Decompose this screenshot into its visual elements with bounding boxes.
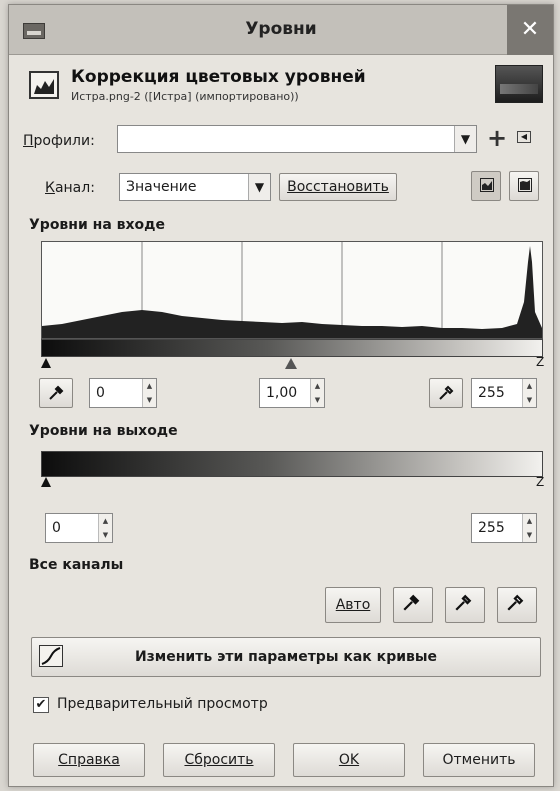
profiles-combo[interactable]: ▼ (117, 125, 477, 153)
log-histogram-button[interactable] (509, 171, 539, 201)
help-button[interactable]: Справка (33, 743, 145, 777)
curves-icon (39, 645, 63, 667)
output-white-handle[interactable]: Z (536, 475, 544, 489)
input-gradient-bar (41, 339, 543, 357)
pick-white-point-button[interactable] (429, 378, 463, 408)
eyedropper-icon (49, 385, 64, 400)
spinner-arrows-icon[interactable]: ▲ ▼ (522, 379, 536, 407)
levels-icon (29, 71, 59, 99)
channel-label: Канал: (45, 180, 95, 196)
spinner-arrows-icon[interactable]: ▲ ▼ (522, 514, 536, 542)
pick-gray-all-button[interactable] (445, 587, 485, 623)
input-histogram (41, 241, 543, 339)
output-gradient-bar (41, 451, 543, 477)
eyedropper-icon (455, 594, 472, 611)
output-black-handle[interactable] (41, 477, 51, 487)
input-white-handle[interactable]: Z (536, 355, 544, 369)
image-thumbnail (495, 65, 543, 103)
output-levels-title: Уровни на выходе (29, 423, 178, 439)
spinner-arrows-icon[interactable]: ▲ ▼ (142, 379, 156, 407)
auto-button[interactable]: Авто (325, 587, 381, 623)
preview-label[interactable]: Предварительный просмотр (57, 696, 268, 712)
linear-histogram-button[interactable] (471, 171, 501, 201)
input-gamma-spinner[interactable]: 1,00 ▲ ▼ (259, 378, 325, 408)
profile-menu-icon[interactable]: ◀ (517, 131, 531, 143)
edit-as-curves-button[interactable]: Изменить эти параметры как кривые (31, 637, 541, 677)
input-black-handle[interactable] (41, 358, 51, 368)
title-bar[interactable]: Уровни ✕ (9, 5, 553, 55)
channel-combo[interactable]: Значение ▼ (119, 173, 271, 201)
levels-dialog: Уровни ✕ Коррекция цветовых уровней Истр… (8, 4, 554, 787)
input-white-spinner[interactable]: 255 ▲ ▼ (471, 378, 537, 408)
spinner-arrows-icon[interactable]: ▲ ▼ (98, 514, 112, 542)
eyedropper-icon (439, 385, 454, 400)
cancel-button[interactable]: Отменить (423, 743, 535, 777)
histogram-graph (42, 242, 542, 338)
output-black-spinner[interactable]: 0 ▲ ▼ (45, 513, 113, 543)
dialog-heading: Коррекция цветовых уровней (71, 67, 366, 87)
log-histogram-icon (518, 178, 532, 192)
input-gamma-handle[interactable] (285, 358, 297, 369)
input-levels-title: Уровни на входе (29, 217, 165, 233)
window-title: Уровни (245, 19, 317, 39)
all-channels-title: Все каналы (29, 557, 124, 573)
spinner-arrows-icon[interactable]: ▲ ▼ (310, 379, 324, 407)
pick-white-all-button[interactable] (497, 587, 537, 623)
add-profile-icon[interactable]: + (487, 126, 507, 150)
chevron-down-icon[interactable]: ▼ (248, 174, 270, 200)
ok-button[interactable]: OK (293, 743, 405, 777)
output-white-spinner[interactable]: 255 ▲ ▼ (471, 513, 537, 543)
reset-channel-button[interactable]: Восстановить (279, 173, 397, 201)
preview-checkbox[interactable]: ✔ (33, 697, 49, 713)
pick-black-point-button[interactable] (39, 378, 73, 408)
eyedropper-icon (403, 594, 420, 611)
close-button[interactable]: ✕ (507, 5, 553, 55)
chevron-down-icon[interactable]: ▼ (454, 126, 476, 152)
dialog-header: Коррекция цветовых уровней Истра.png-2 (… (19, 65, 545, 113)
input-black-spinner[interactable]: 0 ▲ ▼ (89, 378, 157, 408)
profiles-label: Профили: (23, 133, 95, 149)
pick-black-all-button[interactable] (393, 587, 433, 623)
linear-histogram-icon (480, 178, 494, 192)
reset-button[interactable]: Сбросить (163, 743, 275, 777)
eyedropper-icon (507, 594, 524, 611)
image-name: Истра.png-2 ([Истра] (импортировано)) (71, 90, 299, 103)
